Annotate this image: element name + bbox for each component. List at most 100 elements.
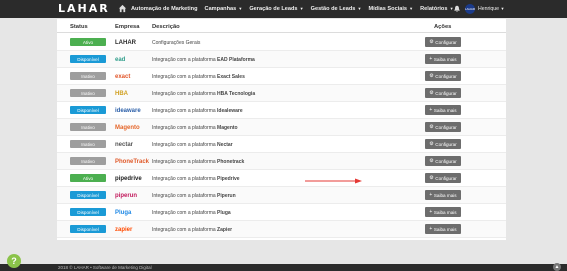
nav-item-4[interactable]: Mídias Sociais ▼ — [368, 6, 413, 12]
description: Integração com a plataforma Magento — [152, 125, 238, 131]
description: Integração com a plataforma Idealeware — [152, 108, 243, 114]
learn-more-button[interactable]: + Saiba mais — [425, 54, 461, 64]
configure-button[interactable]: ⚙ Configurar — [425, 71, 461, 81]
company-logo: ideaware — [115, 107, 141, 114]
platform-name: Pluga — [217, 209, 231, 216]
company-logo: HBA — [115, 90, 128, 97]
platform-name: Phonetrack — [217, 158, 245, 165]
nav-item-label: Campanhas — [204, 6, 237, 12]
description-text: Integração com a plataforma — [152, 107, 218, 114]
scroll-top-icon[interactable]: ▲ — [553, 263, 561, 271]
configure-button[interactable]: ⚙ Configurar — [425, 173, 461, 183]
platform-name: Idealeware — [217, 107, 243, 114]
company-logo: pipedrive — [115, 175, 142, 182]
description: Integração com a plataforma Nectar — [152, 142, 233, 148]
status-badge: Disponível — [70, 106, 106, 114]
company-logo: PhoneTrack — [115, 158, 150, 165]
nav-item-1[interactable]: Campanhas ▼ — [205, 6, 243, 12]
platform-name: Magento — [217, 124, 238, 131]
company-logo: zapier — [115, 226, 133, 233]
company-logo: ead — [115, 56, 126, 63]
table-row: Disponível ideaware Integração com a plata… — [57, 102, 506, 119]
button-label: Saiba mais — [433, 192, 457, 198]
description: Integração com a plataforma HBA Tecnolog… — [152, 91, 255, 97]
learn-more-button[interactable]: + Saiba mais — [425, 190, 461, 200]
button-label: Configurar — [435, 175, 457, 181]
plus-icon: + — [429, 209, 433, 215]
red-arrow-annotation — [305, 178, 362, 184]
configure-button[interactable]: ⚙ Configurar — [425, 156, 461, 166]
nav-item-3[interactable]: Gestão de Leads ▼ — [311, 6, 362, 12]
button-label: Configurar — [435, 39, 457, 45]
table-header: Status Empresa Descrição Ações — [57, 19, 506, 33]
status-badge: Inativo — [70, 123, 106, 131]
description-text: Configurações Gerais — [152, 39, 201, 46]
button-label: Saiba mais — [433, 56, 457, 62]
configure-button[interactable]: ⚙ Configurar — [425, 139, 461, 149]
table-row: Inativo Magento Integração com a plataform… — [57, 119, 506, 136]
description-text: Integração com a plataforma — [152, 90, 218, 97]
help-button[interactable]: ? — [7, 254, 21, 268]
status-badge: Ativo — [70, 38, 106, 46]
nav-item-label: Geração de Leads — [249, 6, 298, 12]
user-menu[interactable]: Henrique ▼ — [478, 6, 504, 12]
nav-item-label: Automação de Marketing — [131, 6, 198, 12]
main-nav: Automação de Marketing Campanhas ▼ Geração… — [131, 0, 454, 18]
app-logo[interactable]: LAHAR — [58, 2, 110, 15]
plus-icon: + — [429, 192, 433, 198]
nav-item-0[interactable]: Automação de Marketing — [131, 6, 198, 12]
description: Integração com a plataforma Phonetrack — [152, 159, 244, 165]
gear-icon: ⚙ — [429, 90, 434, 96]
nav-item-2[interactable]: Geração de Leads ▼ — [249, 6, 303, 12]
learn-more-button[interactable]: + Saiba mais — [425, 105, 461, 115]
chevron-down-icon: ▼ — [237, 6, 243, 11]
top-navbar: LAHAR Automação de Marketing Campanhas ▼ G… — [0, 0, 567, 18]
description: Integração com a plataforma Pluga — [152, 210, 231, 216]
company-logo: exact — [115, 73, 131, 80]
description-text: Integração com a plataforma — [152, 175, 218, 182]
status-badge: Inativo — [70, 72, 106, 80]
status-badge: Disponível — [70, 191, 106, 199]
button-label: Configurar — [435, 141, 457, 147]
platform-name: Zapier — [217, 226, 233, 233]
button-label: Configurar — [435, 73, 457, 79]
header-acoes: Ações — [434, 24, 452, 30]
status-badge: Disponível — [70, 55, 106, 63]
button-label: Saiba mais — [433, 226, 457, 232]
configure-button[interactable]: ⚙ Configurar — [425, 37, 461, 47]
gear-icon: ⚙ — [429, 73, 434, 79]
learn-more-button[interactable]: + Saiba mais — [425, 224, 461, 234]
company-logo: nectar — [115, 141, 134, 148]
avatar[interactable]: LAHAR — [465, 4, 475, 14]
configure-button[interactable]: ⚙ Configurar — [425, 122, 461, 132]
company-logo: Pluga — [115, 209, 132, 216]
chevron-down-icon: ▼ — [408, 6, 414, 11]
status-badge: Disponível — [70, 208, 106, 216]
button-label: Configurar — [435, 90, 457, 96]
home-icon[interactable] — [118, 4, 127, 13]
learn-more-button[interactable]: + Saiba mais — [425, 207, 461, 217]
configure-button[interactable]: ⚙ Configurar — [425, 88, 461, 98]
description: Integração com a plataforma Piperun — [152, 193, 236, 199]
description: Integração com a plataforma Pipedrive — [152, 176, 240, 182]
plus-icon: + — [429, 56, 433, 62]
description: Integração com a plataforma Exact Sales — [152, 74, 245, 80]
bell-icon[interactable] — [453, 5, 461, 13]
description-text: Integração com a plataforma — [152, 73, 218, 80]
table-row: Disponível zapier Integração com a platafo… — [57, 221, 506, 238]
header-descricao: Descrição — [152, 24, 180, 30]
description-text: Integração com a plataforma — [152, 158, 218, 165]
description-text: Integração com a plataforma — [152, 226, 218, 233]
platform-name: EAD Plataforma — [217, 56, 255, 63]
company-logo: LAHAR — [115, 39, 136, 46]
nav-item-5[interactable]: Relatórios ▼ — [420, 6, 453, 12]
status-badge: Inativo — [70, 140, 106, 148]
table-row: Ativo LAHAR Configurações Gerais ⚙ Configura… — [57, 34, 506, 51]
status-badge: Disponível — [70, 225, 106, 233]
gear-icon: ⚙ — [429, 39, 434, 45]
company-logo: Magento — [115, 124, 140, 131]
table-row: Disponível Pluga Integração com a platafor… — [57, 204, 506, 221]
description-text: Integração com a plataforma — [152, 124, 218, 131]
plus-icon: + — [429, 107, 433, 113]
gear-icon: ⚙ — [429, 141, 434, 147]
